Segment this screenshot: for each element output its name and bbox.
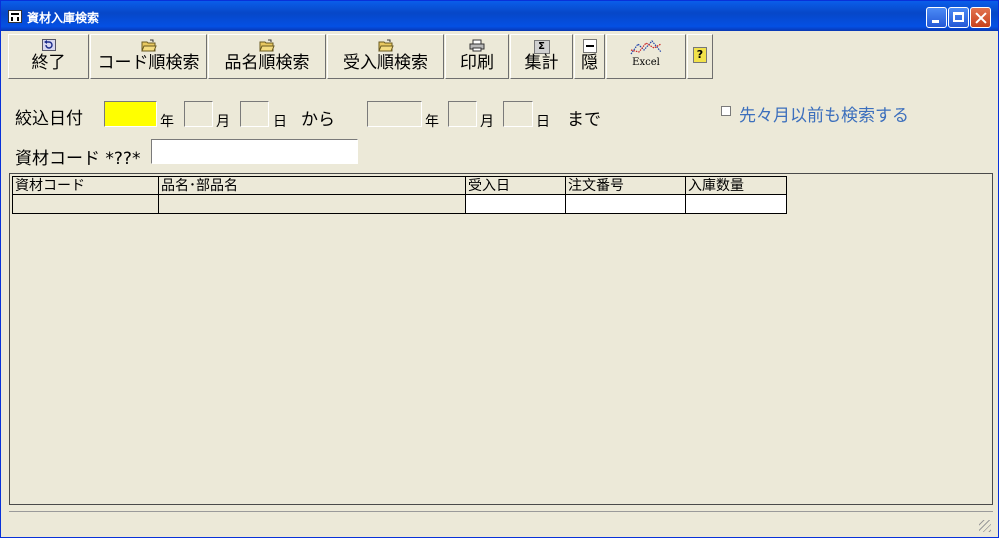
name-order-search-label: 品名順検索 [224,53,310,73]
cell-order-number[interactable] [566,195,686,214]
open-folder-icon [91,39,206,53]
from-month-input[interactable] [184,101,213,127]
minus-icon [575,39,604,53]
excel-export-button[interactable]: Excel [606,34,686,79]
printer-icon [446,39,508,53]
year-label: 年 [425,114,439,130]
summary-label: 集計 [524,53,559,73]
hide-label: 隠 [581,53,598,73]
year-label: 年 [160,114,174,130]
undo-icon [9,39,88,53]
from-day-input[interactable] [240,101,269,127]
maximize-button[interactable] [948,7,969,28]
help-button[interactable]: ? [687,34,713,79]
print-label: 印刷 [460,53,494,73]
receipt-order-search-button[interactable]: 受入順検索 [327,34,444,79]
excel-label: Excel [632,57,660,68]
excel-chart-icon [607,38,685,56]
code-order-search-label: コード順検索 [97,53,200,73]
close-button[interactable] [970,7,991,28]
material-code-label: 資材コード *??* [15,149,141,169]
cell-material-code[interactable] [12,195,159,214]
to-month-input[interactable] [448,101,477,127]
to-day-input[interactable] [503,101,533,127]
column-header-receipt-date[interactable]: 受入日 [466,176,566,195]
open-folder-icon [209,39,325,53]
title-bar[interactable]: 資材入庫検索 [1,1,998,31]
name-order-search-button[interactable]: 品名順検索 [208,34,326,79]
cell-receipt-date[interactable] [466,195,566,214]
from-label: から [301,110,335,130]
sigma-icon: Σ [511,39,572,54]
include-older-checkbox[interactable] [721,106,731,116]
hide-button[interactable]: 隠 [574,34,605,79]
help-icon: ? [688,47,712,63]
exit-button[interactable]: 終了 [8,34,89,79]
cell-quantity[interactable] [686,195,787,214]
from-year-input[interactable] [104,101,157,127]
to-year-input[interactable] [367,101,422,127]
column-header-order-number[interactable]: 注文番号 [566,176,686,195]
day-label: 日 [536,114,550,130]
month-label: 月 [480,114,494,130]
status-bar [9,511,993,534]
results-grid[interactable]: 資材コード 品名･部品名 受入日 注文番号 入庫数量 [9,173,993,505]
app-window: 資材入庫検索 終了 コード順検索 品名順検索 受入順検索 印刷 Σ 集計 隠 E… [0,0,999,538]
app-icon [8,10,22,23]
print-button[interactable]: 印刷 [445,34,509,79]
column-header-item-name[interactable]: 品名･部品名 [159,176,466,195]
to-label: まで [567,110,601,130]
day-label: 日 [273,114,287,130]
date-filter-label: 絞込日付 [15,109,83,129]
month-label: 月 [216,114,230,130]
exit-label: 終了 [31,53,66,73]
column-header-material-code[interactable]: 資材コード [12,176,159,195]
open-folder-icon [328,39,443,53]
resize-grip-icon[interactable] [979,520,991,532]
include-older-label[interactable]: 先々月以前も検索する [739,101,909,126]
code-order-search-button[interactable]: コード順検索 [90,34,207,79]
window-title: 資材入庫検索 [27,11,100,25]
minimize-button[interactable] [926,7,947,28]
column-header-quantity[interactable]: 入庫数量 [686,176,787,195]
summary-button[interactable]: Σ 集計 [510,34,573,79]
cell-item-name[interactable] [159,195,466,214]
receipt-order-search-label: 受入順検索 [343,53,428,73]
material-code-input[interactable] [151,139,358,164]
